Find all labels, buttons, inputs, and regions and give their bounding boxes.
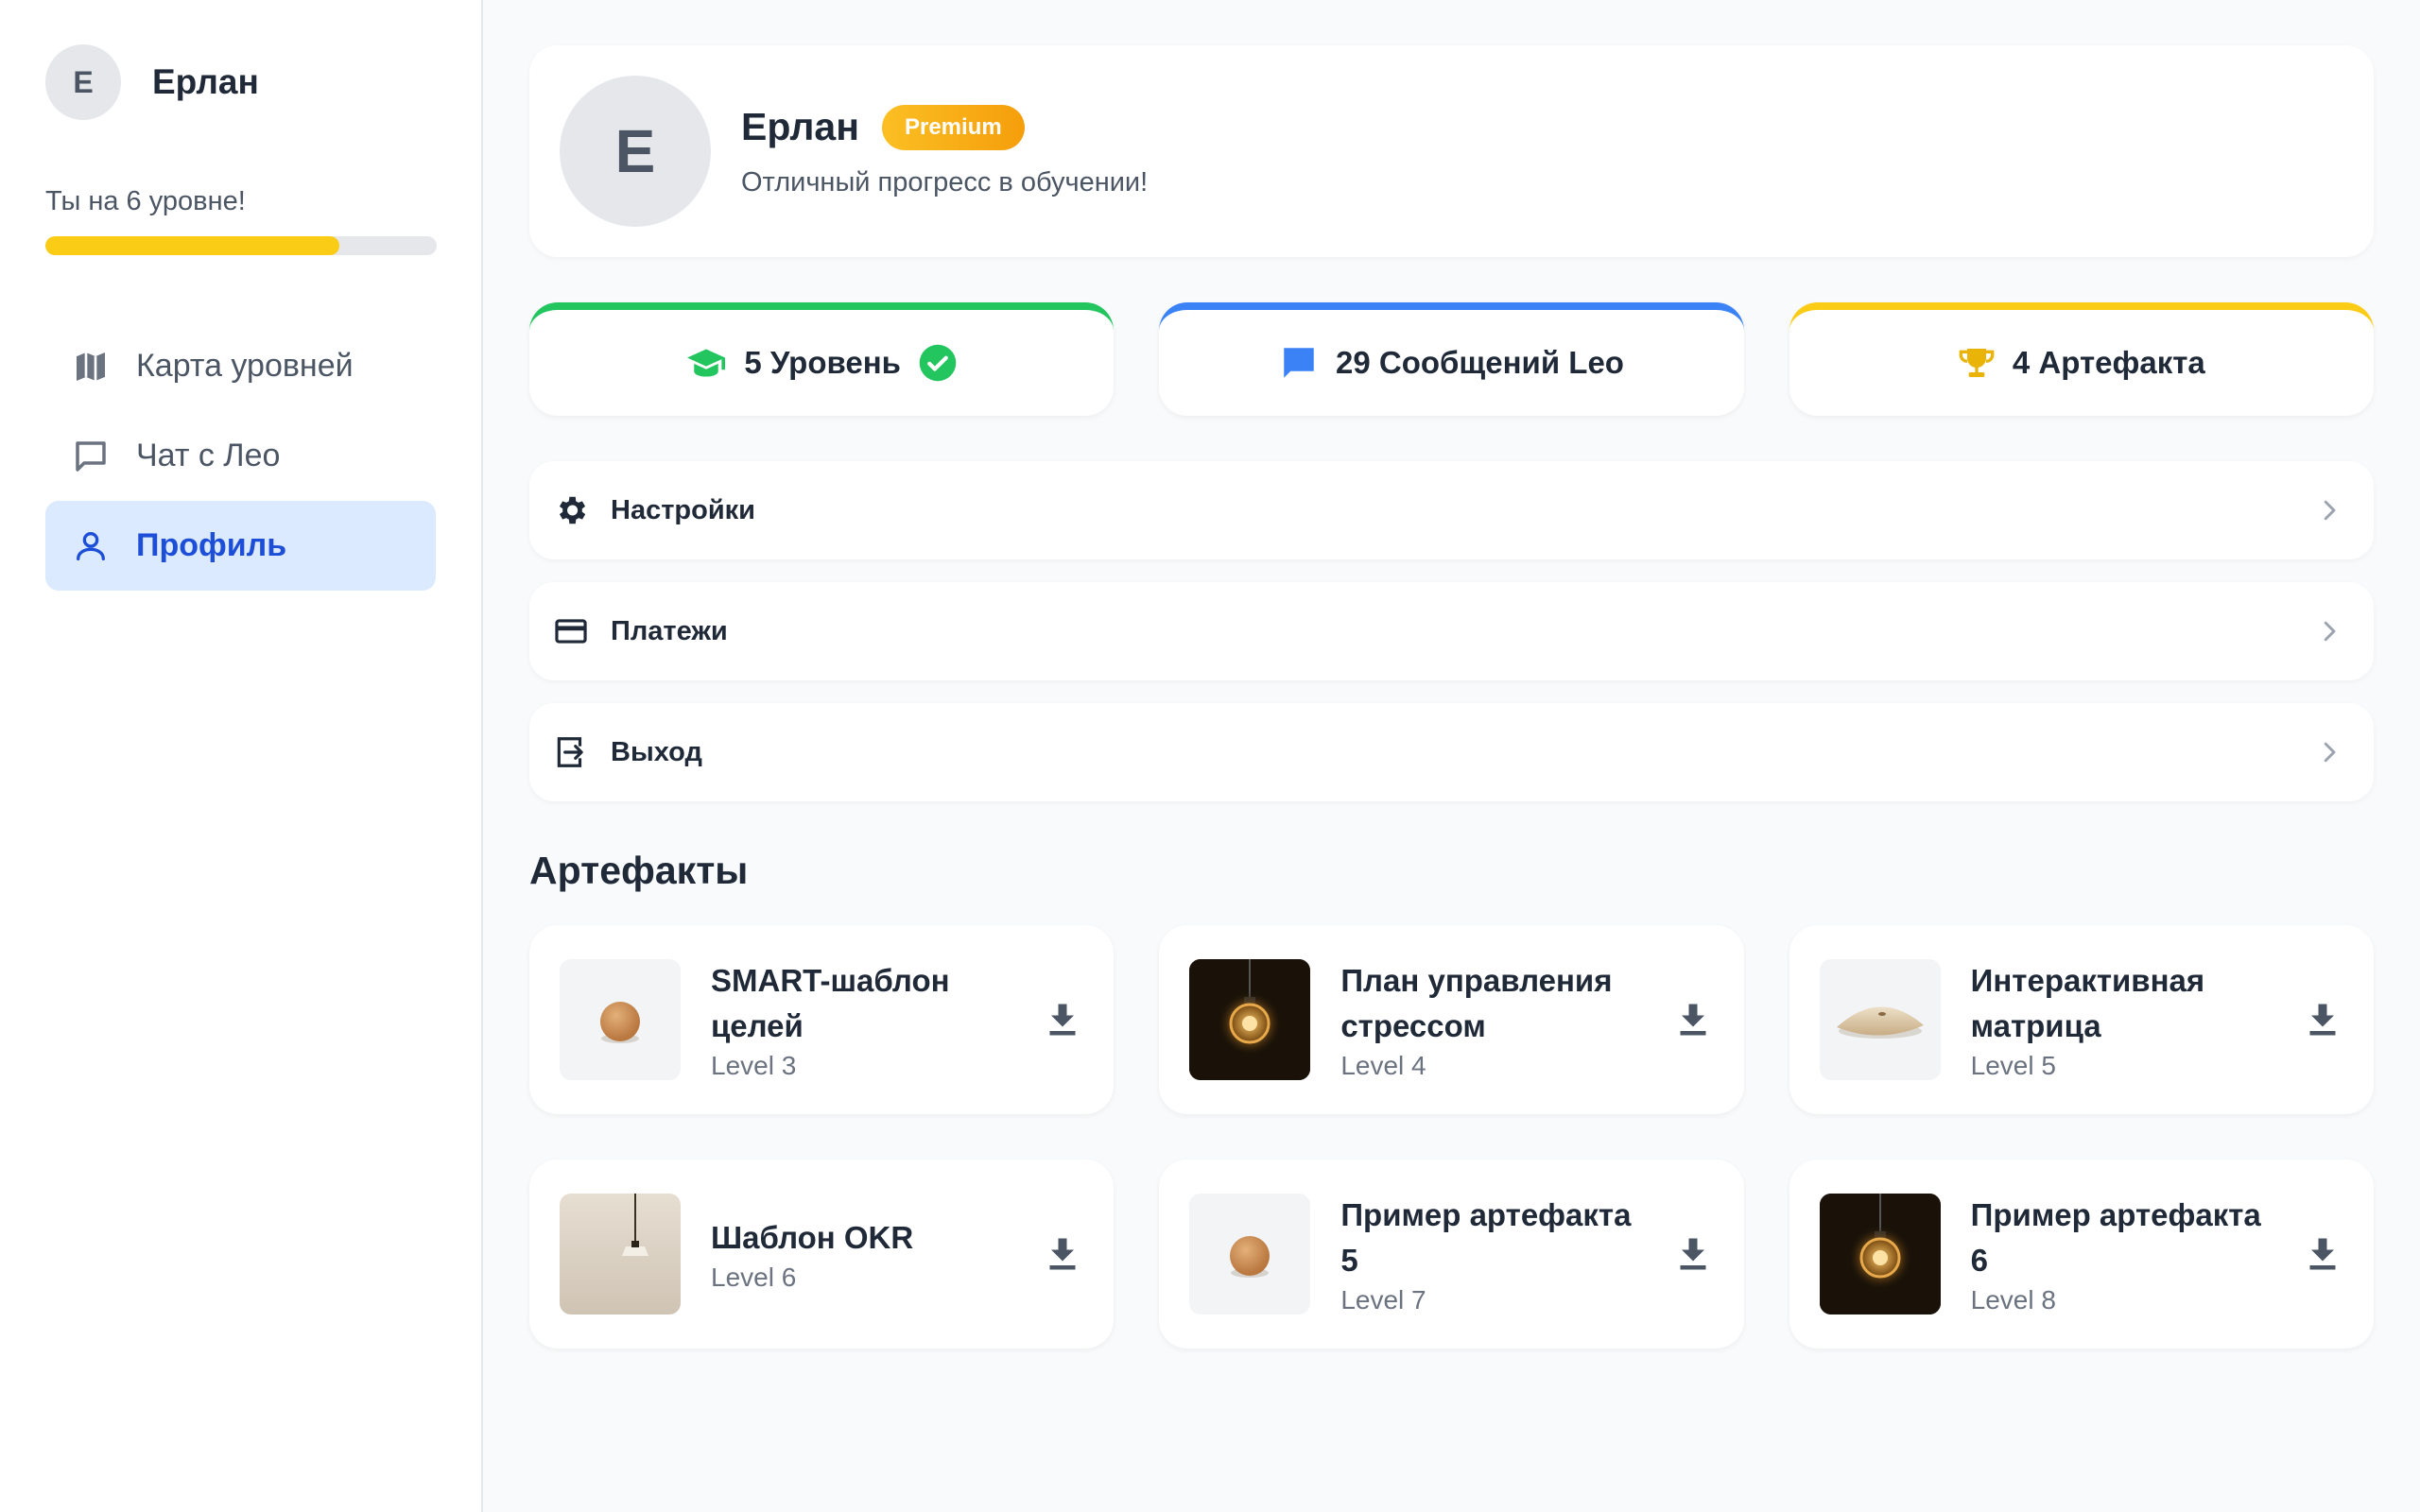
level-progress-bar xyxy=(45,236,437,255)
artifact-title: Пример артефакта 5 xyxy=(1340,1197,1632,1278)
logout-icon xyxy=(552,733,590,771)
sidebar-item-label: Чат с Лео xyxy=(136,438,281,473)
stat-label: 4 Артефакта xyxy=(2012,345,2205,380)
level-status-text: Ты на 6 уровне! xyxy=(45,186,246,216)
stat-label: 29 Сообщений Leo xyxy=(1336,345,1624,380)
artifact-level: Level 4 xyxy=(1340,1051,1426,1080)
credit-card-icon xyxy=(552,612,590,650)
artifact-thumbnail xyxy=(560,1194,681,1314)
sidebar-user-name: Ерлан xyxy=(152,62,259,101)
artifact-level: Level 7 xyxy=(1340,1285,1426,1314)
profile-card: E Ерлан Premium Отличный прогресс в обуч… xyxy=(529,45,2374,257)
artifact-card[interactable]: SMART-шаблон целей Level 3 xyxy=(529,925,1115,1114)
gear-icon xyxy=(552,491,590,529)
sidebar-user: E Ерлан xyxy=(45,44,436,120)
profile-name: Ерлан xyxy=(741,105,859,148)
level-progress-fill xyxy=(45,236,339,255)
menu-item-label: Платежи xyxy=(611,615,728,646)
artifact-level: Level 5 xyxy=(1970,1051,2056,1080)
download-icon[interactable] xyxy=(1042,1233,1083,1275)
menu-item-payments[interactable]: Платежи xyxy=(529,582,2374,680)
artifact-title: План управления стрессом xyxy=(1340,963,1613,1043)
stat-artifacts: 4 Артефакта xyxy=(1789,302,2374,416)
stat-level: 5 Уровень xyxy=(529,302,1115,416)
avatar: E xyxy=(560,76,711,227)
menu-item-label: Выход xyxy=(611,736,702,767)
sidebar-item-label: Профиль xyxy=(136,527,287,563)
chevron-right-icon xyxy=(2324,742,2336,763)
artifact-title: SMART-шаблон целей xyxy=(711,963,950,1043)
artifact-thumbnail xyxy=(1189,1194,1311,1314)
sidebar: E Ерлан Ты на 6 уровне! Карта уровней Ча… xyxy=(0,0,483,1512)
sidebar-nav: Карта уровней Чат с Лео Профиль xyxy=(45,321,436,591)
stat-messages: 29 Сообщений Leo xyxy=(1159,302,1744,416)
sidebar-item-chat[interactable]: Чат с Лео xyxy=(45,411,436,501)
artifact-card[interactable]: Интерактивная матрица Level 5 xyxy=(1789,925,2374,1114)
profile-subtitle: Отличный прогресс в обучении! xyxy=(741,166,1149,198)
artifact-card[interactable]: Пример артефакта 5 Level 7 xyxy=(1159,1160,1744,1349)
download-icon[interactable] xyxy=(1042,999,1083,1040)
menu-item-label: Настройки xyxy=(611,494,756,525)
artifact-card[interactable]: Шаблон OKR Level 6 xyxy=(529,1160,1115,1349)
artifact-level: Level 3 xyxy=(711,1051,797,1080)
artifact-title: Интерактивная матрица xyxy=(1970,963,2205,1043)
artifact-thumbnail xyxy=(1819,1194,1941,1314)
artifact-level: Level 6 xyxy=(711,1263,797,1292)
chevron-right-icon xyxy=(2324,621,2336,642)
user-icon xyxy=(70,525,112,567)
graduation-cap-icon xyxy=(685,344,727,382)
menu-item-logout[interactable]: Выход xyxy=(529,703,2374,801)
sidebar-item-profile[interactable]: Профиль xyxy=(45,501,436,591)
message-icon xyxy=(1279,343,1319,383)
artifact-level: Level 8 xyxy=(1970,1285,2056,1314)
sidebar-item-level-map[interactable]: Карта уровней xyxy=(45,321,436,411)
stat-label: 5 Уровень xyxy=(744,345,901,380)
artifact-thumbnail xyxy=(560,959,681,1080)
download-icon[interactable] xyxy=(1672,1233,1714,1275)
artifacts-heading: Артефакты xyxy=(529,849,749,892)
sidebar-item-label: Карта уровней xyxy=(136,348,354,384)
artifact-title: Шаблон OKR xyxy=(711,1220,914,1255)
download-icon[interactable] xyxy=(2302,1233,2343,1275)
trophy-icon xyxy=(1958,344,1996,382)
artifact-card[interactable]: План управления стрессом Level 4 xyxy=(1159,925,1744,1114)
premium-badge: Premium xyxy=(881,104,1025,150)
menu-item-settings[interactable]: Настройки xyxy=(529,461,2374,559)
artifact-thumbnail xyxy=(1819,959,1941,1080)
avatar: E xyxy=(45,44,121,120)
artifact-title: Пример артефакта 6 xyxy=(1970,1197,2261,1278)
artifact-thumbnail xyxy=(1189,959,1311,1080)
download-icon[interactable] xyxy=(2302,999,2343,1040)
main-content: E Ерлан Premium Отличный прогресс в обуч… xyxy=(483,0,2420,1512)
settings-menu: Настройки Платежи Выход xyxy=(529,461,2374,801)
chevron-right-icon xyxy=(2324,500,2336,521)
chat-icon xyxy=(70,436,112,477)
artifacts-grid: SMART-шаблон целей Level 3 План управлен… xyxy=(529,925,2374,1349)
map-icon xyxy=(70,346,112,387)
download-icon[interactable] xyxy=(1672,999,1714,1040)
artifact-card[interactable]: Пример артефакта 6 Level 8 xyxy=(1789,1160,2374,1349)
stats-row: 5 Уровень 29 Сообщений Leo 4 Артефакта xyxy=(529,302,2374,416)
check-circle-icon xyxy=(918,343,958,383)
